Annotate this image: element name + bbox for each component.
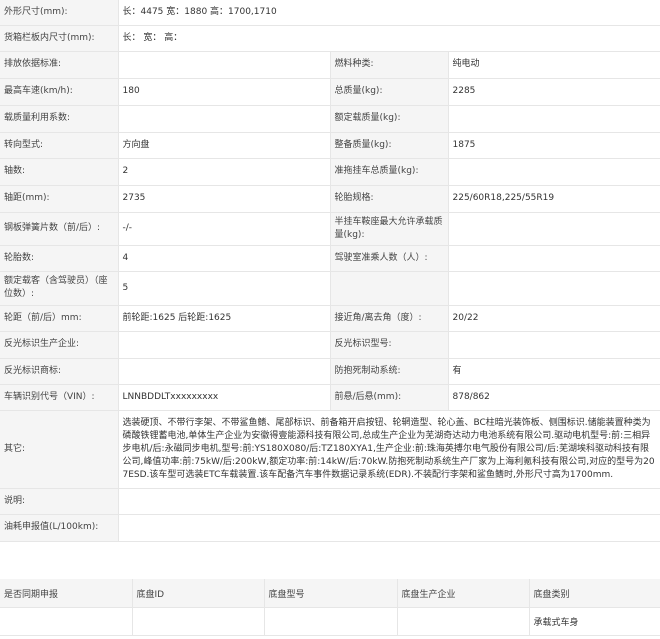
spec-value — [118, 358, 331, 385]
chassis-table: 是否同期申报 底盘ID 底盘型号 底盘生产企业 底盘类别 承载式车身 — [0, 579, 660, 636]
chassis-header-cell: 底盘型号 — [264, 579, 398, 608]
spec-label: 准拖挂车总质量(kg): — [330, 158, 449, 186]
spec-row: 反光标识生产企业: 反光标识型号: — [0, 331, 660, 359]
spec-value: 180 — [118, 78, 331, 106]
spec-row: 轴数: 2 准拖挂车总质量(kg): — [0, 158, 660, 186]
spec-label: 排放依据标准: — [0, 51, 119, 79]
spec-value — [118, 51, 331, 79]
spec-label: 说明: — [0, 488, 119, 515]
spec-label: 反光标识型号: — [330, 331, 449, 359]
spec-value: 选装硬顶、不带行李架、不带鲨鱼鳍、尾部标识、前备箱开启按钮、轮辋造型、轮心盖、B… — [118, 410, 660, 489]
chassis-header-row: 是否同期申报 底盘ID 底盘型号 底盘生产企业 底盘类别 — [0, 579, 660, 608]
spec-label: 外形尺寸(mm): — [0, 0, 119, 26]
spec-value — [448, 331, 660, 359]
spec-label: 驾驶室准乘人数（人）: — [330, 245, 449, 272]
spec-label: 轮胎规格: — [330, 185, 449, 213]
spec-value: -/- — [118, 212, 331, 246]
spec-value: LNNBDDLTxxxxxxxxx — [118, 384, 331, 411]
spec-label: 轮距（前/后）mm: — [0, 305, 119, 332]
spec-label: 载质量利用系数: — [0, 105, 119, 133]
spec-value: 纯电动 — [448, 51, 660, 79]
spec-row: 额定载客（含驾驶员）（座位数）: 5 — [0, 271, 660, 306]
spec-row: 载质量利用系数: 额定载质量(kg): — [0, 105, 660, 133]
spec-row: 转向型式: 方向盘 整备质量(kg): 1875 — [0, 132, 660, 159]
spec-value — [118, 514, 660, 542]
spec-label: 防抱死制动系统: — [330, 358, 449, 385]
spec-value — [118, 105, 331, 133]
spec-row: 其它: 选装硬顶、不带行李架、不带鲨鱼鳍、尾部标识、前备箱开启按钮、轮辋造型、轮心… — [0, 410, 660, 489]
spec-value — [448, 271, 660, 306]
spec-value: 有 — [448, 358, 660, 385]
spec-value: 前轮距:1625 后轮距:1625 — [118, 305, 331, 332]
spec-label: 总质量(kg): — [330, 78, 449, 106]
spec-value: 20/22 — [448, 305, 660, 332]
spec-label: 其它: — [0, 410, 119, 489]
chassis-header-cell: 底盘生产企业 — [397, 579, 530, 608]
spec-row: 轴距(mm): 2735 轮胎规格: 225/60R18,225/55R19 — [0, 185, 660, 213]
spec-value — [448, 105, 660, 133]
chassis-cell: 承载式车身 — [529, 607, 660, 636]
spec-value — [448, 212, 660, 246]
spec-value — [118, 331, 331, 359]
spec-row: 货箱栏板内尺寸(mm): 长： 宽： 高： — [0, 25, 660, 52]
spec-table: 外形尺寸(mm): 长：4475 宽：1880 高：1700,1710 货箱栏板内尺… — [0, 0, 660, 542]
spec-value: 方向盘 — [118, 132, 331, 159]
spec-label: 额定载客（含驾驶员）（座位数）: — [0, 271, 119, 306]
spec-row: 轮距（前/后）mm: 前轮距:1625 后轮距:1625 接近角/离去角（度）: 20… — [0, 305, 660, 332]
spec-row: 最高车速(km/h): 180 总质量(kg): 2285 — [0, 78, 660, 106]
vehicle-spec-page: 外形尺寸(mm): 长：4475 宽：1880 高：1700,1710 货箱栏板内尺… — [0, 0, 660, 639]
chassis-cell — [264, 607, 398, 636]
spec-value: 2 — [118, 158, 331, 186]
spec-value: 4 — [118, 245, 331, 272]
chassis-row: 承载式车身 — [0, 607, 660, 636]
spec-label: 钢板弹簧片数（前/后）: — [0, 212, 119, 246]
spec-label: 半挂车鞍座最大允许承载质量(kg): — [330, 212, 449, 246]
spec-value: 长： 宽： 高： — [118, 25, 660, 52]
spec-value: 1875 — [448, 132, 660, 159]
spec-value: 5 — [118, 271, 331, 306]
spec-value: 225/60R18,225/55R19 — [448, 185, 660, 213]
chassis-cell — [132, 607, 265, 636]
spec-row: 反光标识商标: 防抱死制动系统: 有 — [0, 358, 660, 385]
spec-label: 车辆识别代号（VIN）: — [0, 384, 119, 411]
chassis-cell — [0, 607, 133, 636]
spec-label: 接近角/离去角（度）: — [330, 305, 449, 332]
section-gap — [0, 561, 660, 579]
spec-label: 最高车速(km/h): — [0, 78, 119, 106]
spec-row: 车辆识别代号（VIN）: LNNBDDLTxxxxxxxxx 前悬/后悬(mm): 8… — [0, 384, 660, 411]
spec-label: 货箱栏板内尺寸(mm): — [0, 25, 119, 52]
spec-value: 2735 — [118, 185, 331, 213]
spec-label: 轴数: — [0, 158, 119, 186]
spec-value: 长：4475 宽：1880 高：1700,1710 — [118, 0, 660, 26]
chassis-header-cell: 底盘类别 — [529, 579, 660, 608]
spec-row: 油耗申报值(L/100km): — [0, 514, 660, 542]
spec-label: 油耗申报值(L/100km): — [0, 514, 119, 542]
spec-label: 转向型式: — [0, 132, 119, 159]
spec-label: 反光标识商标: — [0, 358, 119, 385]
spec-value: 878/862 — [448, 384, 660, 411]
spec-row: 钢板弹簧片数（前/后）: -/- 半挂车鞍座最大允许承载质量(kg): — [0, 212, 660, 246]
spec-value — [448, 158, 660, 186]
chassis-cell — [397, 607, 530, 636]
spec-label: 轮胎数: — [0, 245, 119, 272]
spec-label — [330, 271, 449, 306]
chassis-header-cell: 底盘ID — [132, 579, 265, 608]
spec-value — [448, 245, 660, 272]
spec-label: 燃料种类: — [330, 51, 449, 79]
spec-row: 说明: — [0, 488, 660, 515]
spec-label: 轴距(mm): — [0, 185, 119, 213]
chassis-header-cell: 是否同期申报 — [0, 579, 133, 608]
spec-row: 外形尺寸(mm): 长：4475 宽：1880 高：1700,1710 — [0, 0, 660, 26]
spec-label: 反光标识生产企业: — [0, 331, 119, 359]
spec-label: 额定载质量(kg): — [330, 105, 449, 133]
spec-value — [118, 488, 660, 515]
spec-value: 2285 — [448, 78, 660, 106]
spec-row: 排放依据标准: 燃料种类: 纯电动 — [0, 51, 660, 79]
spec-label: 整备质量(kg): — [330, 132, 449, 159]
spec-label: 前悬/后悬(mm): — [330, 384, 449, 411]
spec-row: 轮胎数: 4 驾驶室准乘人数（人）: — [0, 245, 660, 272]
